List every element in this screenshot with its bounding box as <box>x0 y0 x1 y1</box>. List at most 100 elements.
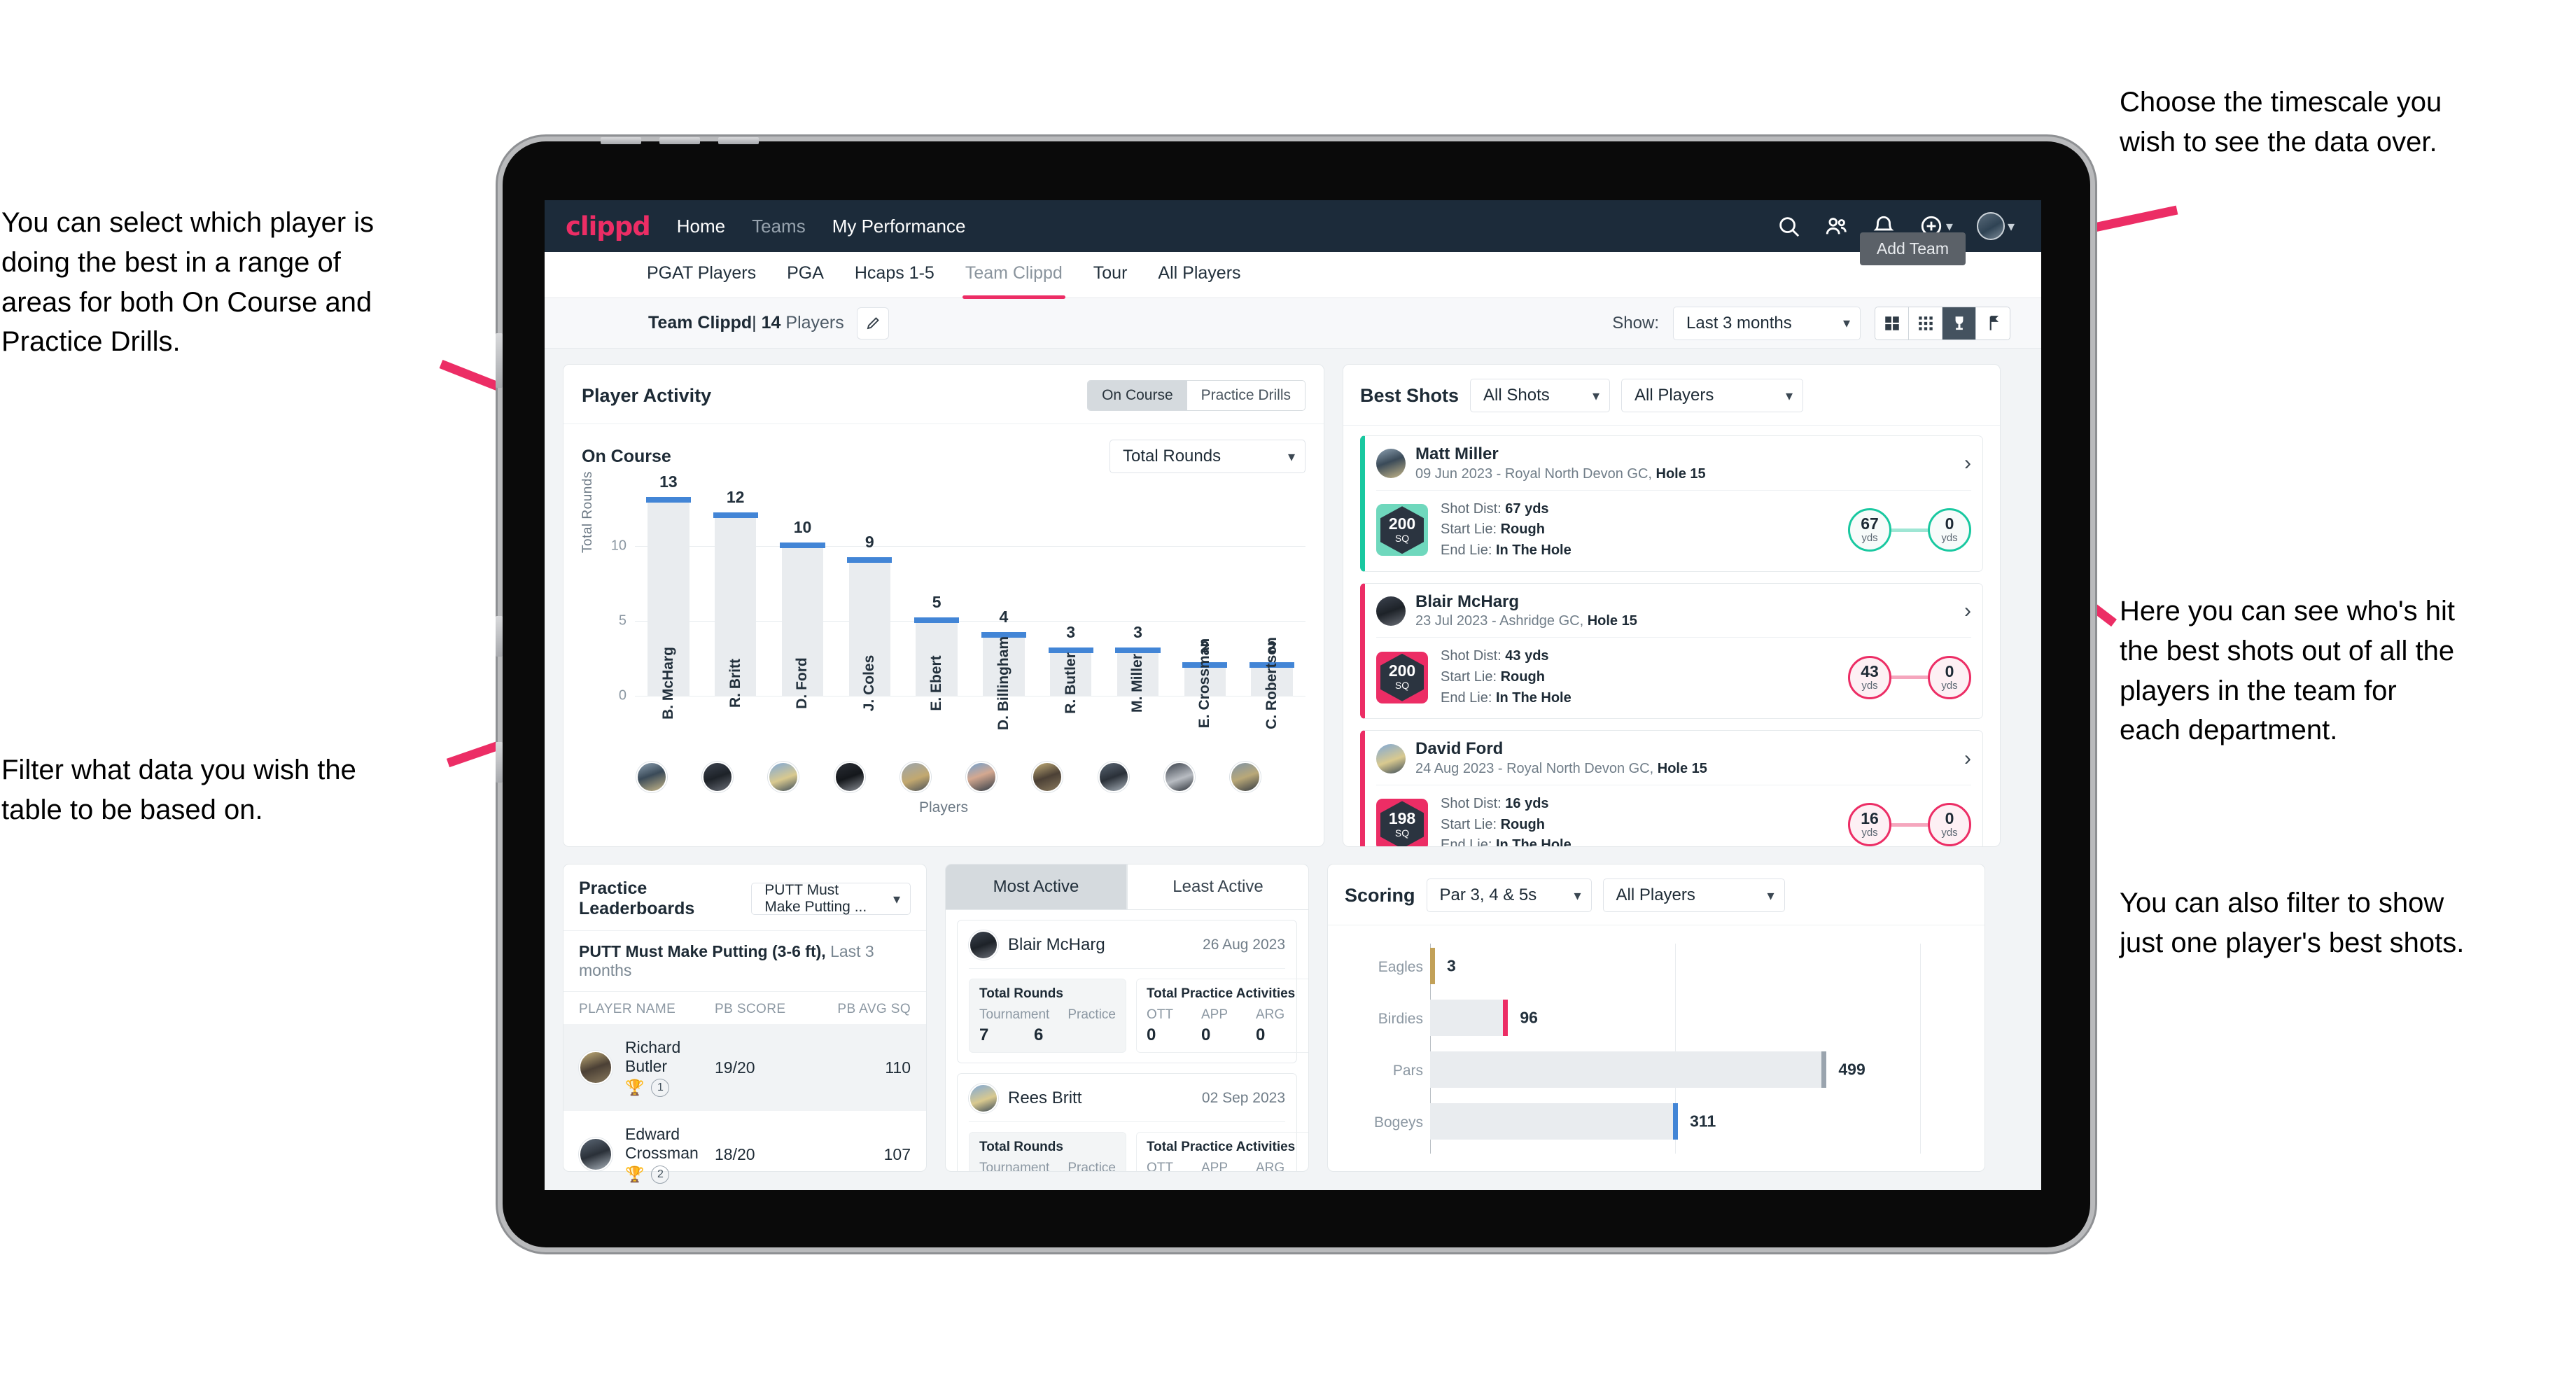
nav-link-my-performance[interactable]: My Performance <box>832 216 966 237</box>
user-menu[interactable]: ▾ <box>1976 212 2015 240</box>
chart-bar[interactable]: 5 E. Ebert <box>914 593 960 711</box>
drill-select[interactable]: PUTT Must Make Putting ... ▾ <box>751 882 911 915</box>
people-icon[interactable] <box>1824 214 1848 238</box>
search-icon[interactable] <box>1777 214 1800 238</box>
avatar[interactable] <box>1976 212 2005 240</box>
start-lie-row: Start Lie: Rough <box>1441 667 1572 688</box>
chart-bar-column[interactable]: 12 R. Britt <box>702 486 769 708</box>
chart-bar-column[interactable]: 2 E. Crossman <box>1171 486 1238 728</box>
shot-from-unit: yds <box>1861 679 1878 692</box>
chart-bar[interactable]: 12 R. Britt <box>713 488 758 708</box>
scoring-bar-value: 96 <box>1520 1008 1538 1027</box>
scoring-bar-value: 311 <box>1690 1112 1716 1130</box>
scoring-bar-row[interactable]: 499 <box>1430 1051 1956 1088</box>
scoring-player-filter[interactable]: All Players ▾ <box>1602 878 1785 912</box>
player-avatar[interactable] <box>1098 762 1129 792</box>
scoring-bar[interactable] <box>1430 1103 1679 1140</box>
chart-bar[interactable]: 3 R. Butler <box>1048 623 1093 714</box>
activity-player-name: Blair McHarg <box>1008 935 1105 954</box>
grid-small-view-button[interactable] <box>1909 307 1942 340</box>
player-avatar[interactable] <box>1229 762 1261 792</box>
end-lie-row: End Lie: In The Hole <box>1441 835 1572 846</box>
player-avatar[interactable] <box>768 762 799 792</box>
avatar <box>579 1051 612 1084</box>
scoring-bar[interactable] <box>1430 1000 1508 1036</box>
shot-path-line <box>1891 528 1928 532</box>
chart-bar-column[interactable]: 5 E. Ebert <box>903 486 970 711</box>
player-avatar[interactable] <box>834 762 865 792</box>
scoring-bar[interactable] <box>1430 1051 1827 1088</box>
chart-bar[interactable]: 10 D. Ford <box>780 518 825 709</box>
bar-value: 10 <box>793 517 812 536</box>
segment-on-course[interactable]: On Course <box>1088 381 1187 410</box>
chart-bar[interactable]: 13 B. McHarg <box>645 472 691 720</box>
chevron-right-icon[interactable]: › <box>1964 747 1971 771</box>
leaderboard-row[interactable]: Edward Crossman 🏆 2 18/20 107 <box>564 1111 926 1190</box>
tab-hcaps-1-5[interactable]: Hcaps 1-5 <box>855 263 934 286</box>
scoring-bar-row[interactable]: 3 <box>1430 948 1956 984</box>
player-activity-header: Player Activity On Course Practice Drill… <box>564 365 1324 424</box>
player-avatar[interactable] <box>636 762 667 792</box>
bar-category-label: R. Butler <box>1062 652 1079 714</box>
scoring-bar-row[interactable]: 96 <box>1430 1000 1956 1036</box>
chart-bar-column[interactable]: 13 B. McHarg <box>635 472 702 720</box>
best-shot-card[interactable]: David Ford 24 Aug 2023 - Royal North Devo… <box>1360 730 1983 846</box>
scoring-bar[interactable] <box>1430 948 1435 984</box>
tab-pgat-players[interactable]: PGAT Players <box>647 263 756 286</box>
chevron-right-icon[interactable]: › <box>1964 451 1971 475</box>
shot-to-unit: yds <box>1941 827 1958 839</box>
tab-team-clippd[interactable]: Team Clippd <box>962 263 1065 299</box>
best-shots-player-filter[interactable]: All Players ▾ <box>1621 379 1804 412</box>
tab-most-active[interactable]: Most Active <box>946 864 1127 910</box>
tab-pga[interactable]: PGA <box>787 263 824 286</box>
practice-header: APP <box>1200 1161 1228 1172</box>
nav-link-teams[interactable]: Teams <box>752 216 806 237</box>
add-team-button[interactable]: Add Team <box>1859 232 1966 265</box>
best-shots-shot-filter[interactable]: All Shots ▾ <box>1470 379 1611 412</box>
activity-player-card[interactable]: Blair McHarg 26 Aug 2023 Total Rounds Tourn… <box>957 920 1308 1063</box>
chart-bar[interactable]: 2 C. Robertson <box>1250 637 1295 729</box>
best-shot-card[interactable]: Matt Miller 09 Jun 2023 - Royal North Dev… <box>1360 435 1983 572</box>
bar-category-label: D. Ford <box>794 657 811 709</box>
end-lie-label: End Lie: <box>1441 837 1492 846</box>
chevron-right-icon[interactable]: › <box>1964 599 1971 623</box>
chart-bar-column[interactable]: 9 J. Coles <box>836 486 903 711</box>
metric-select[interactable]: Total Rounds ▾ <box>1110 440 1306 473</box>
tab-least-active[interactable]: Least Active <box>1127 864 1308 910</box>
activity-date: 02 Sep 2023 <box>1201 1090 1285 1106</box>
trophy-view-button[interactable] <box>1942 307 1976 340</box>
activity-player-card[interactable]: Rees Britt 02 Sep 2023 Total Rounds Tournam… <box>957 1073 1308 1172</box>
chevron-down-icon[interactable]: ▾ <box>2008 218 2015 235</box>
player-avatar[interactable] <box>702 762 734 792</box>
edit-team-button[interactable] <box>856 307 889 340</box>
player-activity-card: Player Activity On Course Practice Drill… <box>563 364 1324 847</box>
player-avatar[interactable] <box>1032 762 1063 792</box>
nav-link-home[interactable]: Home <box>677 216 725 237</box>
best-shot-card[interactable]: Blair McHarg 23 Jul 2023 - Ashridge GC, H… <box>1360 582 1983 720</box>
player-avatar[interactable] <box>1163 762 1195 792</box>
rounds-value: 7 <box>979 1026 989 1044</box>
chart-bar-column[interactable]: 4 D. Billingham <box>970 486 1037 730</box>
chart-bar[interactable]: 9 J. Coles <box>847 533 892 711</box>
hexagon-icon: 200 SQ <box>1380 506 1424 554</box>
leaderboard-row[interactable]: Richard Butler 🏆 1 19/20 110 <box>564 1024 926 1111</box>
chart-bar-column[interactable]: 10 D. Ford <box>769 486 836 709</box>
segment-practice-drills[interactable]: Practice Drills <box>1186 381 1305 410</box>
chart-bar-column[interactable]: 2 C. Robertson <box>1238 486 1306 729</box>
flag-view-button[interactable] <box>1976 307 2010 340</box>
chart-bar-column[interactable]: 3 M. Miller <box>1105 486 1172 713</box>
scoring-par-filter[interactable]: Par 3, 4 & 5s ▾ <box>1426 878 1592 912</box>
scoring-bar-row[interactable]: 311 <box>1430 1103 1956 1140</box>
grid-large-view-button[interactable] <box>1875 307 1909 340</box>
player-avatar[interactable] <box>966 762 997 792</box>
timescale-select[interactable]: Last 3 months ▾ <box>1673 306 1861 340</box>
tab-all-players[interactable]: All Players <box>1158 263 1240 286</box>
chart-bar-column[interactable]: 3 R. Butler <box>1037 486 1105 714</box>
chart-bar[interactable]: 4 D. Billingham <box>981 608 1026 730</box>
chart-bar[interactable]: 2 E. Crossman <box>1182 638 1228 728</box>
tab-tour[interactable]: Tour <box>1093 263 1128 286</box>
chart-bar[interactable]: 3 M. Miller <box>1115 623 1161 713</box>
clippd-logo[interactable]: clippd <box>566 211 651 241</box>
player-avatar[interactable] <box>899 762 931 792</box>
best-shot-player: Matt Miller 09 Jun 2023 - Royal North Dev… <box>1376 444 1971 491</box>
